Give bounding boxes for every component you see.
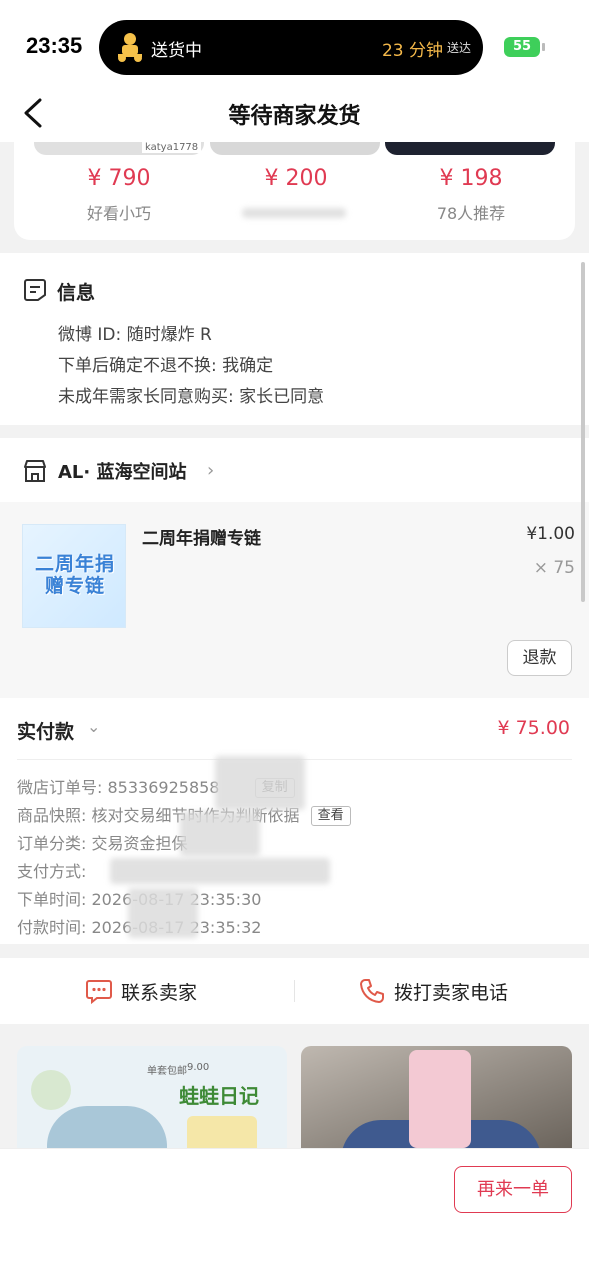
chevron-down-icon[interactable]: ⌄ xyxy=(87,717,100,736)
contact-seller-label: 联系卖家 xyxy=(121,981,198,1004)
delivery-status-label: 送货中 xyxy=(151,41,202,61)
product-price[interactable]: ¥ 198 xyxy=(401,166,541,191)
call-seller-button[interactable]: 拨打卖家电话 xyxy=(358,976,508,1006)
thumbnail-text: 二周年捐赠专链 xyxy=(34,553,115,597)
detail-label: 商品快照: xyxy=(17,806,87,825)
detail-label: 付款时间: xyxy=(17,918,87,937)
privacy-blur xyxy=(215,756,305,810)
page-title: 等待商家发货 xyxy=(228,104,361,129)
payment-method-row: 支付方式: xyxy=(17,858,86,882)
image-tag: 9.00 xyxy=(187,1062,210,1073)
courier-scooter-icon xyxy=(118,33,142,62)
product-image[interactable] xyxy=(385,142,555,155)
info-document-icon xyxy=(24,279,46,301)
privacy-blur xyxy=(110,858,330,884)
delivery-eta-suffix: 送达 xyxy=(446,41,471,55)
call-seller-label: 拨打卖家电话 xyxy=(394,981,509,1004)
image-tag: 单套包邮 xyxy=(147,1066,187,1077)
bottom-action-bar: 再来一单 xyxy=(0,1148,589,1280)
info-title: 信息 xyxy=(57,282,96,304)
paid-amount: ¥ 75.00 xyxy=(497,717,570,739)
product-price[interactable]: ¥ 200 xyxy=(226,166,366,191)
order-category-row: 订单分类: 交易资金担保 xyxy=(17,830,188,854)
refund-button[interactable]: 退款 xyxy=(507,640,572,676)
product-subtitle: 好看小巧 xyxy=(86,204,151,223)
chat-bubble-icon xyxy=(86,980,112,1005)
order-number: 85336925858 xyxy=(107,778,220,797)
contact-bar: 联系卖家 拨打卖家电话 xyxy=(0,958,589,1024)
payment-section: 实付款 ⌄ ¥ 75.00 微店订单号: 85336925858 复制 商品快照… xyxy=(0,698,589,944)
reorder-button[interactable]: 再来一单 xyxy=(454,1166,572,1213)
divider xyxy=(294,980,295,1002)
item-quantity: × 75 xyxy=(533,558,575,578)
privacy-blur xyxy=(180,812,260,856)
blurred-subtitle xyxy=(242,208,346,218)
detail-label: 下单时间: xyxy=(17,890,87,909)
product-image[interactable] xyxy=(301,1046,572,1148)
chevron-right-icon[interactable]: › xyxy=(207,460,214,481)
item-price: ¥1.00 xyxy=(526,524,575,544)
recommendation-feed: 单套包邮 9.00 蛙蛙日记 xyxy=(0,1024,589,1148)
shop-name[interactable]: AL· 蓝海空间站 xyxy=(58,458,187,484)
status-bar: 23:35 送货中 23 分钟 送达 55 xyxy=(0,0,589,86)
illustration-dress xyxy=(47,1106,167,1148)
contact-seller-button[interactable]: 联系卖家 xyxy=(85,976,197,1006)
item-thumbnail[interactable]: 二周年捐赠专链 xyxy=(22,524,126,628)
privacy-blur xyxy=(128,888,198,938)
product-image[interactable] xyxy=(210,142,380,155)
info-line: 未成年需家长同意购买: 家长已同意 xyxy=(58,387,325,407)
order-info-section: 信息 微博 ID: 随时爆炸 R 下单后确定不退不换: 我确定 未成年需家长同意… xyxy=(0,253,589,425)
photo-phone-case xyxy=(409,1050,471,1148)
view-snapshot-button[interactable]: 查看 xyxy=(310,806,351,826)
illustration-frog xyxy=(31,1070,71,1110)
detail-label: 支付方式: xyxy=(17,862,87,881)
shop-section: AL· 蓝海空间站 › 二周年捐赠专链 二周年捐赠专链 ¥1.00 × 75 退… xyxy=(0,438,589,698)
detail-label: 订单分类: xyxy=(17,834,87,853)
image-title: 蛙蛙日记 xyxy=(179,1084,259,1108)
delivery-live-activity[interactable]: 送货中 23 分钟 送达 xyxy=(99,20,483,75)
product-image[interactable]: 单套包邮 9.00 蛙蛙日记 xyxy=(17,1046,287,1148)
shop-icon xyxy=(24,460,46,482)
order-category: 交易资金担保 xyxy=(91,834,188,853)
delivery-eta: 23 分钟 xyxy=(381,41,443,61)
info-line: 下单后确定不退不换: 我确定 xyxy=(58,356,274,376)
order-item[interactable]: 二周年捐赠专链 二周年捐赠专链 ¥1.00 × 75 退款 xyxy=(0,502,589,698)
recommendation-strip: katya1778 ¥ 790 好看小巧 ¥ 200 ¥ 198 78人推荐 xyxy=(14,142,575,240)
battery-indicator: 55 xyxy=(504,37,545,57)
nav-bar: 等待商家发货 xyxy=(0,86,589,142)
detail-label: 微店订单号: xyxy=(17,778,103,797)
status-time: 23:35 xyxy=(26,33,83,58)
scrollbar[interactable] xyxy=(581,262,585,602)
item-title: 二周年捐赠专链 xyxy=(142,529,261,549)
product-subtitle: 78人推荐 xyxy=(436,204,506,223)
product-price[interactable]: ¥ 790 xyxy=(49,166,189,191)
paid-amount-label[interactable]: 实付款 xyxy=(17,717,74,744)
phone-icon xyxy=(360,979,384,1003)
info-line: 微博 ID: 随时爆炸 R xyxy=(58,325,212,345)
product-image-tag: katya1778 xyxy=(142,142,202,153)
illustration-box xyxy=(187,1116,257,1148)
